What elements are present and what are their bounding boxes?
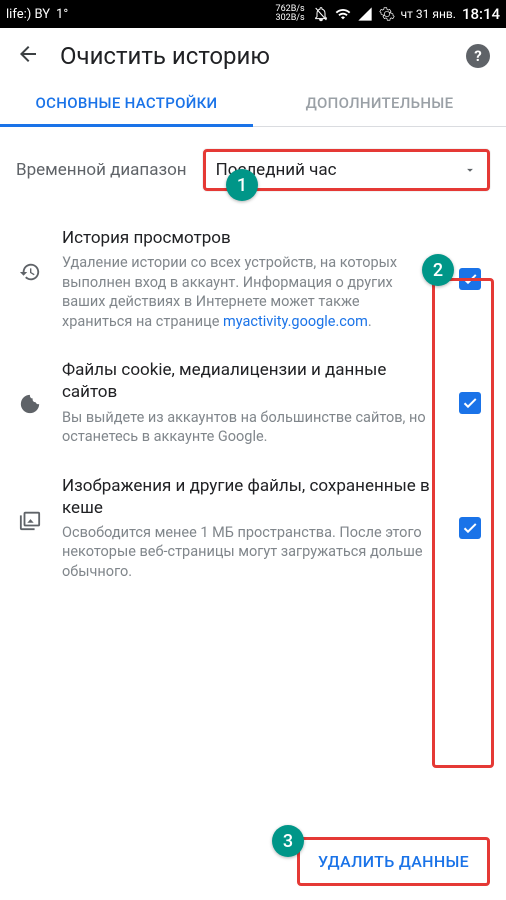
option-title: История просмотров <box>62 227 432 249</box>
checkbox-cached-images[interactable] <box>459 517 481 539</box>
chevron-down-icon <box>463 163 477 177</box>
history-icon <box>19 261 41 283</box>
carrier-label: life:) BY <box>6 7 50 22</box>
image-icon <box>19 509 41 531</box>
check-icon <box>462 271 478 287</box>
tab-advanced[interactable]: ДОПОЛНИТЕЛЬНЫЕ <box>253 80 506 126</box>
checkbox-cookies[interactable] <box>459 392 481 414</box>
tab-basic[interactable]: ОСНОВНЫЕ НАСТРОЙКИ <box>0 80 253 126</box>
wifi-icon <box>335 6 351 22</box>
time-range-row: Временной диапазон Последний час <box>0 127 506 209</box>
option-cookies[interactable]: Файлы cookie, медиалицензии и данные сай… <box>0 345 506 460</box>
time-range-label: Временной диапазон <box>16 160 187 180</box>
cookie-icon <box>19 393 41 415</box>
option-description: Освободится менее 1 МБ пространства. Пос… <box>62 523 432 582</box>
signal-icon <box>357 6 373 22</box>
clear-data-button[interactable]: УДАЛИТЬ ДАННЫЕ <box>297 837 490 886</box>
android-status-bar: life:) BY 1° 762B/s 302B/s чт 31 янв. 18… <box>0 0 506 28</box>
option-description: Удаление истории со всех устройств, на к… <box>62 253 432 331</box>
status-date: чт 31 янв. <box>401 7 456 21</box>
checkbox-browsing-history[interactable] <box>459 268 481 290</box>
check-icon <box>462 395 478 411</box>
tabs: ОСНОВНЫЕ НАСТРОЙКИ ДОПОЛНИТЕЛЬНЫЕ <box>0 80 506 127</box>
arrow-back-icon <box>16 42 40 66</box>
option-title: Файлы cookie, медиалицензии и данные сай… <box>62 359 432 403</box>
back-button[interactable] <box>16 42 40 70</box>
option-cached-images[interactable]: Изображения и другие файлы, сохраненные … <box>0 461 506 596</box>
option-title: Изображения и другие файлы, сохраненные … <box>62 475 432 519</box>
page-title: Очистить историю <box>60 42 446 70</box>
app-header: Очистить историю ? <box>0 28 506 80</box>
check-icon <box>462 520 478 536</box>
action-bar: УДАЛИТЬ ДАННЫЕ <box>297 837 490 886</box>
tab-indicator <box>0 124 253 127</box>
help-icon: ? <box>474 47 481 65</box>
status-time: 18:14 <box>462 5 500 23</box>
help-button[interactable]: ? <box>466 44 490 68</box>
net-speed-up: 302B/s <box>276 14 305 23</box>
annotation-badge-1: 1 <box>226 169 258 201</box>
annotation-badge-2: 2 <box>422 254 454 286</box>
myactivity-link[interactable]: myactivity.google.com <box>223 313 368 330</box>
temperature: 1° <box>56 7 68 22</box>
settings-gear-icon <box>379 6 395 22</box>
option-description: Вы выйдете из аккаунтов на большинстве с… <box>62 408 432 447</box>
annotation-badge-3: 3 <box>272 825 304 857</box>
dnd-icon <box>313 6 329 22</box>
